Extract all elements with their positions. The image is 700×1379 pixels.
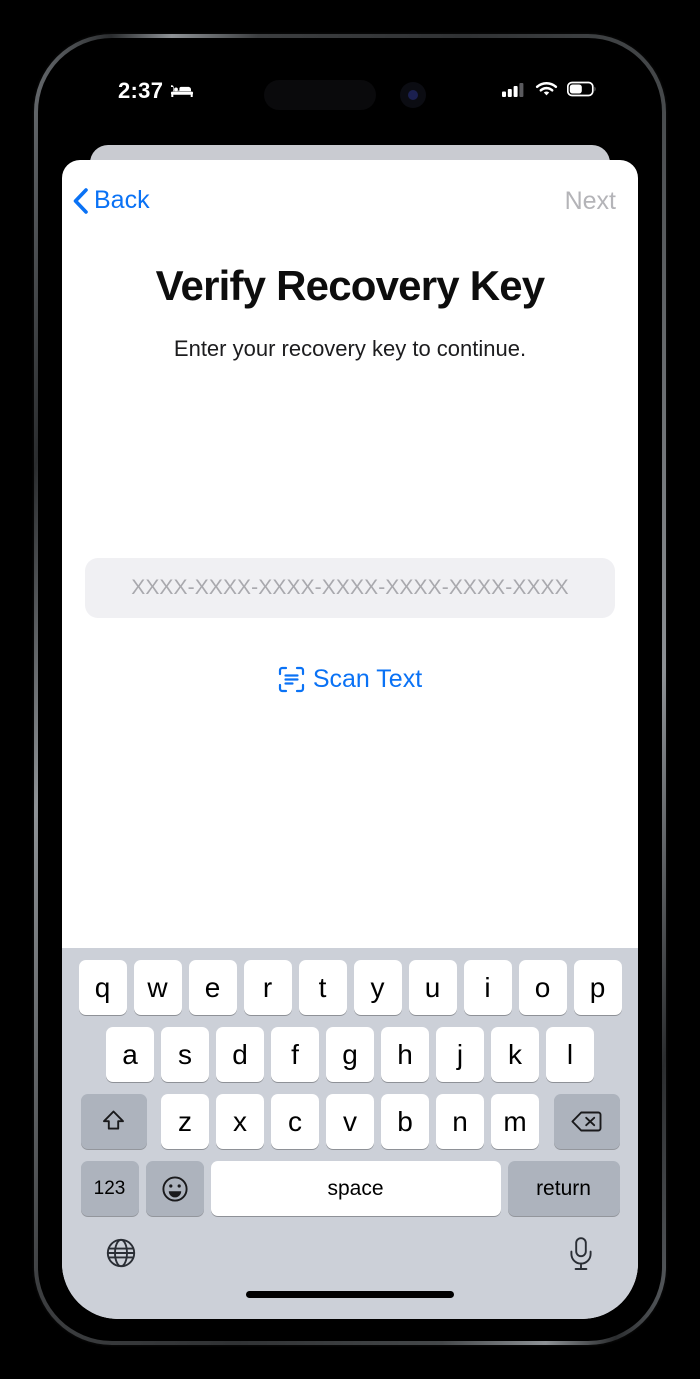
- recovery-key-input[interactable]: XXXX-XXXX-XXXX-XXXX-XXXX-XXXX-XXXX: [85, 558, 615, 618]
- chevron-left-icon: [73, 187, 88, 214]
- key-w[interactable]: w: [133, 960, 182, 1015]
- emoji-key[interactable]: [145, 1161, 204, 1216]
- key-i[interactable]: i: [463, 960, 512, 1015]
- scan-text-label: Scan Text: [312, 665, 423, 693]
- status-time-group: 2:37: [118, 78, 194, 104]
- dynamic-island: [264, 80, 376, 110]
- phone-screen: 2:37 Back Next Verify Recovery Key Enter…: [62, 60, 638, 1319]
- key-x[interactable]: x: [216, 1094, 264, 1149]
- navigation-bar: Back Next: [62, 160, 638, 240]
- key-r[interactable]: r: [243, 960, 292, 1015]
- recovery-key-placeholder: XXXX-XXXX-XXXX-XXXX-XXXX-XXXX-XXXX: [131, 576, 569, 599]
- key-l[interactable]: l: [546, 1027, 594, 1082]
- keyboard-bottom-bar: [62, 1228, 638, 1314]
- key-m[interactable]: m: [491, 1094, 539, 1149]
- globe-key[interactable]: [104, 1236, 138, 1275]
- front-camera-icon: [400, 82, 426, 108]
- globe-icon: [106, 1238, 136, 1268]
- shift-key[interactable]: [80, 1094, 147, 1149]
- keyboard-row-1: q w e r t y u i o p: [62, 960, 638, 1015]
- key-e[interactable]: e: [188, 960, 237, 1015]
- key-y[interactable]: y: [353, 960, 402, 1015]
- space-key[interactable]: space: [210, 1161, 501, 1216]
- battery-icon: [567, 81, 596, 96]
- page-title: Verify Recovery Key: [155, 262, 546, 309]
- key-c[interactable]: c: [271, 1094, 319, 1149]
- key-t[interactable]: t: [298, 960, 347, 1015]
- key-g[interactable]: g: [326, 1027, 374, 1082]
- page-subtitle: Enter your recovery key to continue.: [173, 336, 527, 361]
- microphone-icon: [570, 1237, 592, 1270]
- next-button[interactable]: Next: [565, 187, 616, 216]
- key-s[interactable]: s: [161, 1027, 209, 1082]
- wifi-icon: [535, 81, 558, 96]
- key-u[interactable]: u: [408, 960, 457, 1015]
- modal-sheet: Back Next Verify Recovery Key Enter your…: [62, 160, 638, 1319]
- delete-key[interactable]: [553, 1094, 620, 1149]
- key-o[interactable]: o: [518, 960, 567, 1015]
- numbers-key[interactable]: 123: [80, 1161, 139, 1216]
- key-j[interactable]: j: [436, 1027, 484, 1082]
- emoji-smiley-icon: [161, 1175, 188, 1202]
- status-time: 2:37: [118, 78, 164, 103]
- return-key[interactable]: return: [507, 1161, 620, 1216]
- scan-text-button[interactable]: Scan Text: [62, 665, 638, 694]
- dictation-key[interactable]: [566, 1236, 596, 1277]
- back-button[interactable]: Back: [72, 186, 150, 215]
- cellular-bars-icon: [502, 82, 524, 97]
- key-a[interactable]: a: [106, 1027, 154, 1082]
- home-indicator: [246, 1291, 454, 1298]
- key-b[interactable]: b: [381, 1094, 429, 1149]
- key-f[interactable]: f: [271, 1027, 319, 1082]
- keyboard-row-bottom: 123 space return: [62, 1161, 638, 1216]
- status-icons-group: [502, 80, 598, 97]
- key-p[interactable]: p: [573, 960, 622, 1015]
- onscreen-keyboard: q w e r t y u i o p a s d f g h j k l z …: [62, 948, 638, 1319]
- key-d[interactable]: d: [216, 1027, 264, 1082]
- scan-text-icon: [278, 666, 304, 693]
- shift-icon: [103, 1110, 124, 1130]
- key-z[interactable]: z: [161, 1094, 209, 1149]
- keyboard-row-2: a s d f g h j k l: [62, 1027, 638, 1082]
- status-bar: 2:37: [62, 60, 638, 120]
- key-q[interactable]: q: [78, 960, 127, 1015]
- key-h[interactable]: h: [381, 1027, 429, 1082]
- back-button-label: Back: [94, 186, 150, 214]
- key-v[interactable]: v: [326, 1094, 374, 1149]
- next-button-label: Next: [564, 187, 616, 215]
- key-n[interactable]: n: [436, 1094, 484, 1149]
- bed-icon: [171, 85, 194, 97]
- delete-backward-icon: [571, 1111, 602, 1132]
- key-k[interactable]: k: [491, 1027, 539, 1082]
- keyboard-row-3: z x c v b n m: [62, 1094, 638, 1149]
